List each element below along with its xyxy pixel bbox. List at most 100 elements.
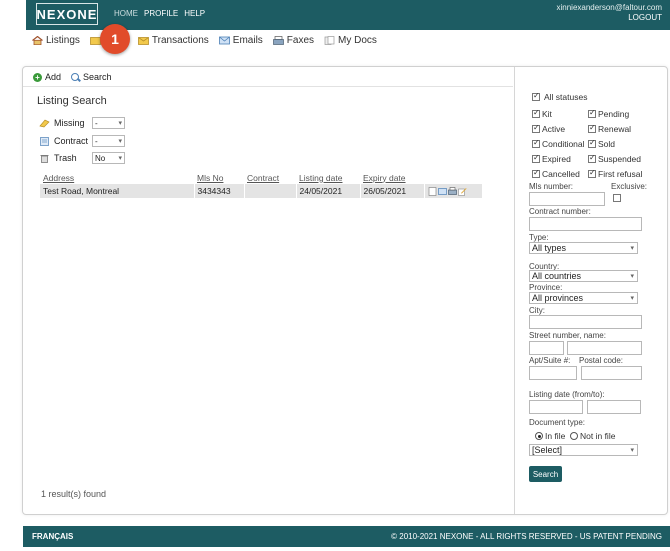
filter-contract-label: Contract — [54, 136, 89, 146]
status-cancelled-checkbox[interactable]: Cancelled — [532, 168, 580, 179]
search-button[interactable]: Search — [71, 72, 112, 82]
type-select[interactable]: All types ▾ — [529, 242, 638, 254]
fax-icon — [272, 35, 284, 45]
main-panel: + Add Search Listing Search Missing - ▾ C… — [22, 66, 668, 515]
contract-number-label: Contract number: — [529, 207, 591, 216]
row-action-icons — [428, 186, 479, 196]
edit-icon[interactable] — [457, 187, 467, 196]
status-label: Expired — [542, 154, 571, 164]
city-input[interactable] — [529, 315, 642, 329]
exclusive-checkbox[interactable] — [613, 194, 623, 202]
checkbox-icon — [532, 123, 540, 133]
nav-transactions[interactable]: Transactions — [138, 35, 209, 46]
col-expiry-date[interactable]: Expiry date — [360, 171, 424, 184]
checkbox-icon — [532, 153, 540, 163]
status-kit-checkbox[interactable]: Kit — [532, 108, 552, 119]
table-row[interactable]: Test Road, Montreal 3434343 24/05/2021 2… — [40, 184, 483, 198]
province-select-value: All provinces — [532, 293, 584, 303]
cell-address[interactable]: Test Road, Montreal — [40, 184, 195, 198]
add-icon: + — [33, 72, 42, 82]
checkbox-icon — [588, 108, 596, 118]
missing-select[interactable]: - ▾ — [92, 117, 125, 129]
status-label: Active — [542, 124, 566, 134]
cell-listing-date: 24/05/2021 — [296, 184, 361, 198]
checkbox-icon — [532, 91, 540, 101]
street-name-input[interactable] — [567, 341, 642, 355]
language-link[interactable]: FRANÇAIS — [32, 532, 73, 541]
status-suspended-checkbox[interactable]: Suspended — [588, 153, 641, 164]
step-badge: 1 — [100, 24, 130, 54]
nexone-logo[interactable]: NEXONE — [36, 3, 98, 25]
user-info: xinniexanderson@faltour.com LOGOUT — [556, 3, 662, 23]
print-icon[interactable] — [447, 186, 457, 196]
add-label: Add — [45, 72, 62, 82]
listing-date-label: Listing date (from/to): — [529, 390, 605, 399]
nav-home-link[interactable]: HOME — [114, 9, 138, 18]
contract-select[interactable]: - ▾ — [92, 135, 125, 147]
status-pending-checkbox[interactable]: Pending — [588, 108, 629, 119]
chevron-down-icon: ▾ — [118, 138, 122, 145]
logout-link[interactable]: LOGOUT — [556, 13, 662, 23]
postal-code-input[interactable] — [581, 366, 642, 380]
panel-toolbar: + Add Search — [23, 72, 513, 87]
in-file-radio[interactable]: In file — [535, 431, 565, 441]
col-address[interactable]: Address — [40, 171, 194, 184]
status-conditional-checkbox[interactable]: Conditional — [532, 138, 585, 149]
listing-date-to-input[interactable] — [587, 400, 641, 414]
filter-missing-label: Missing — [54, 118, 85, 128]
status-label: First refusal — [598, 169, 643, 179]
listing-date-from-input[interactable] — [529, 400, 583, 414]
nav-my-docs-label: My Docs — [338, 34, 377, 46]
document-type-select-value: [Select] — [532, 445, 563, 455]
status-renewal-checkbox[interactable]: Renewal — [588, 123, 631, 134]
not-in-file-label: Not in file — [580, 431, 616, 441]
trash-select[interactable]: No ▾ — [92, 152, 125, 164]
checkbox-icon — [613, 194, 621, 202]
status-sold-checkbox[interactable]: Sold — [588, 138, 615, 149]
top-nav: HOME PROFILE HELP — [114, 9, 205, 18]
email-icon[interactable] — [437, 187, 447, 196]
nav-listings[interactable]: Listings — [32, 35, 80, 46]
nav-emails[interactable]: Emails — [218, 34, 263, 46]
status-first-refusal-checkbox[interactable]: First refusal — [588, 168, 643, 179]
apt-input[interactable] — [529, 366, 577, 380]
all-statuses-checkbox[interactable]: All statuses — [532, 91, 587, 102]
search-label: Search — [83, 72, 112, 82]
contract-select-value: - — [95, 136, 98, 146]
add-button[interactable]: + Add — [33, 72, 61, 82]
status-active-checkbox[interactable]: Active — [532, 123, 566, 134]
document-type-label: Document type: — [529, 418, 586, 427]
house-icon — [32, 35, 43, 45]
search-sidebar: All statuses Kit Pending Active Renewal … — [514, 67, 668, 514]
chevron-down-icon: ▾ — [630, 245, 634, 252]
envelope-folder-icon — [138, 36, 149, 45]
country-select[interactable]: All countries ▾ — [529, 270, 638, 282]
sidebar-search-button[interactable]: Search — [529, 466, 562, 482]
chevron-down-icon: ▾ — [630, 295, 634, 302]
type-select-value: All types — [532, 243, 567, 253]
nav-my-docs[interactable]: My Docs — [324, 35, 377, 46]
document-type-select[interactable]: [Select] ▾ — [529, 444, 638, 456]
col-contract[interactable]: Contract — [244, 171, 296, 184]
col-listing-date[interactable]: Listing date — [296, 171, 360, 184]
mls-number-input[interactable] — [529, 192, 605, 206]
apt-label: Apt/Suite #: — [529, 356, 571, 365]
radio-icon — [570, 432, 578, 440]
document-icon[interactable] — [428, 186, 437, 196]
nav-faxes[interactable]: Faxes — [272, 35, 314, 46]
nav-emails-label: Emails — [232, 34, 263, 46]
filter-trash-label: Trash — [54, 153, 77, 163]
checkbox-icon — [588, 123, 596, 133]
mls-number-label: Mls number: — [529, 182, 574, 191]
street-number-input[interactable] — [529, 341, 564, 355]
province-select[interactable]: All provinces ▾ — [529, 292, 638, 304]
contract-number-input[interactable] — [529, 217, 642, 231]
nav-help-link[interactable]: HELP — [184, 9, 205, 18]
in-file-label: In file — [545, 431, 566, 441]
user-email: xinniexanderson@faltour.com — [556, 3, 662, 12]
col-mls-no[interactable]: Mls No — [194, 171, 244, 184]
status-expired-checkbox[interactable]: Expired — [532, 153, 571, 164]
filter-trash: Trash No ▾ — [39, 152, 125, 164]
not-in-file-radio[interactable]: Not in file — [570, 431, 615, 441]
nav-profile-link[interactable]: PROFILE — [144, 9, 178, 18]
